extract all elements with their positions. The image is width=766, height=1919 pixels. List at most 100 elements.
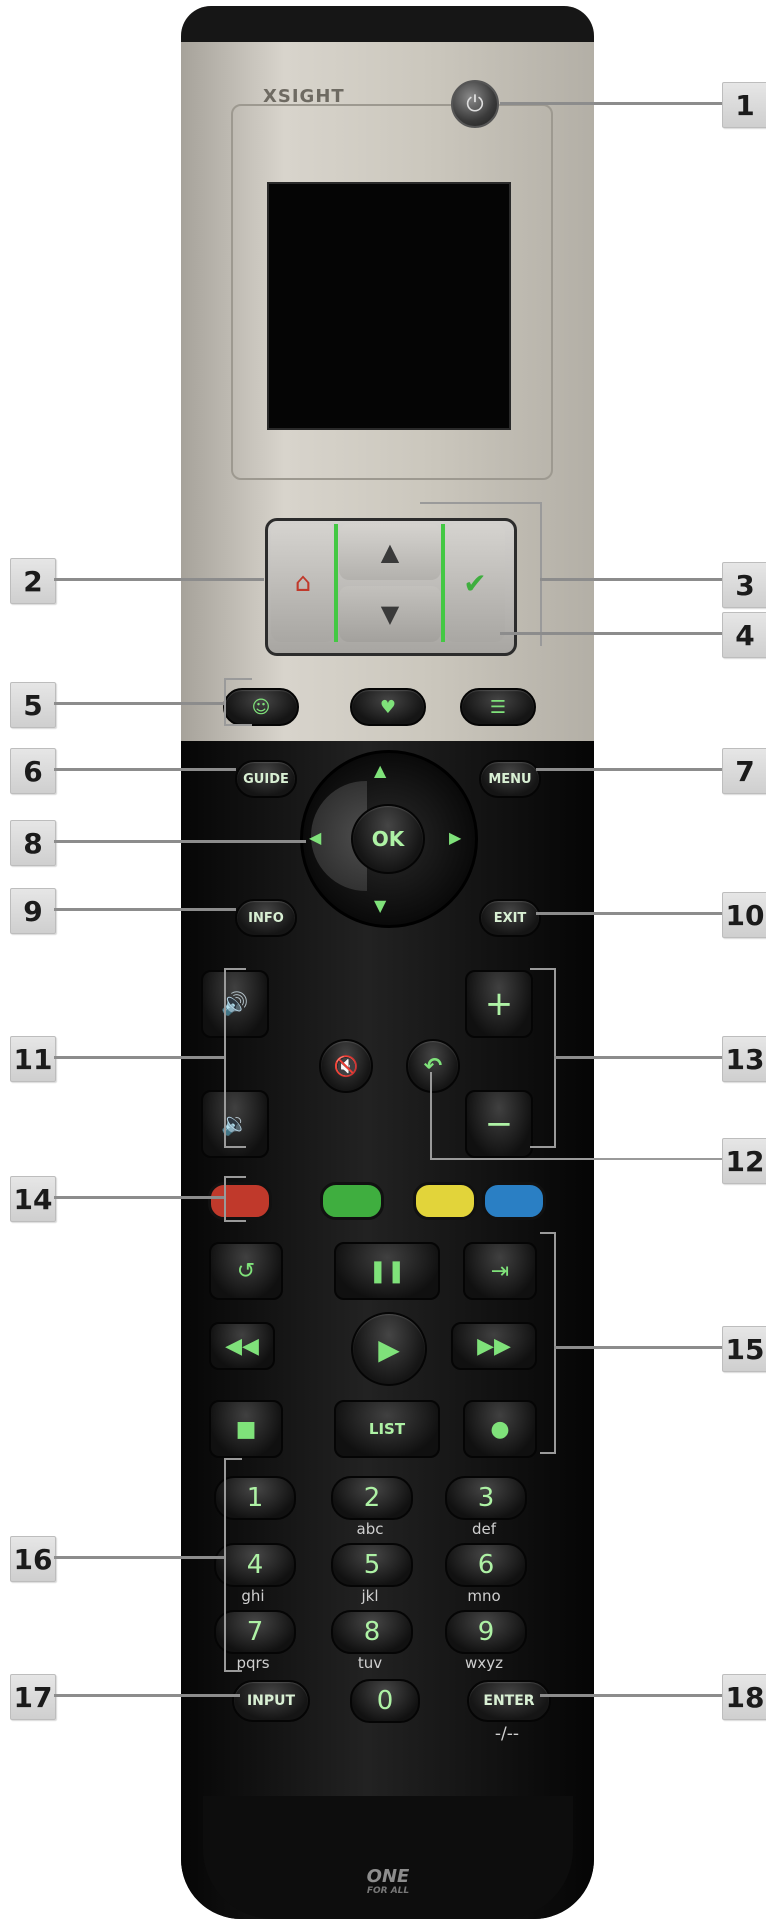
dpad-left[interactable]: ◀ <box>309 828 321 847</box>
one-for-all-sub: FOR ALL <box>366 1886 410 1896</box>
callout-2: 2 <box>10 558 56 604</box>
leader-6 <box>54 768 236 771</box>
dpad-right[interactable]: ▶ <box>449 828 461 847</box>
ok-button[interactable]: OK <box>351 804 425 874</box>
activity-icon: ☺ <box>251 696 271 718</box>
replay-icon: ↺ <box>236 1258 256 1284</box>
pause-icon: ❚❚ <box>368 1258 406 1284</box>
leader-4 <box>500 632 722 635</box>
menu-button[interactable]: MENU <box>479 760 541 798</box>
callout-13: 13 <box>722 1036 766 1082</box>
leader-14 <box>54 1196 224 1199</box>
skip-icon: ⇥ <box>490 1258 510 1284</box>
fast-forward-button[interactable]: ▶▶ <box>451 1322 537 1370</box>
callout-4: 4 <box>722 612 766 658</box>
input-button[interactable]: INPUT <box>232 1680 310 1722</box>
bracket-3 <box>420 502 542 646</box>
bracket-15 <box>540 1232 556 1454</box>
mute-icon: 🔇 <box>333 1054 359 1078</box>
info-button[interactable]: INFO <box>235 899 297 937</box>
leader-15 <box>554 1346 722 1349</box>
callout-12: 12 <box>722 1138 766 1184</box>
green-button[interactable] <box>320 1182 384 1220</box>
record-button[interactable]: ● <box>463 1400 537 1458</box>
callout-17: 17 <box>10 1674 56 1720</box>
callout-1: 1 <box>722 82 766 128</box>
leader-2 <box>54 578 264 581</box>
callout-9: 9 <box>10 888 56 934</box>
enter-button[interactable]: ENTER <box>467 1680 551 1722</box>
leader-17 <box>54 1694 240 1697</box>
key-3-letters: def <box>471 1520 497 1538</box>
key-2-letters: abc <box>356 1520 384 1538</box>
power-icon: ⏻ <box>466 91 484 117</box>
home-button[interactable]: ⌂ <box>271 524 335 642</box>
arrow-up-icon: ▲ <box>380 538 400 566</box>
arrow-left-icon: ◀ <box>309 828 322 847</box>
arrow-down-icon: ▼ <box>380 600 400 628</box>
bottom-cap <box>203 1796 573 1919</box>
mute-button[interactable]: 🔇 <box>319 1039 373 1093</box>
leader-7 <box>536 768 722 771</box>
callout-18: 18 <box>722 1674 766 1720</box>
key-3[interactable]: 3 <box>445 1476 527 1520</box>
bracket-5 <box>224 678 252 726</box>
dpad-up[interactable]: ▲ <box>374 761 386 780</box>
callout-11: 11 <box>10 1036 56 1082</box>
power-button[interactable]: ⏻ <box>451 80 499 128</box>
play-icon: ▶ <box>378 1332 400 1366</box>
list-button[interactable]: LIST <box>334 1400 440 1458</box>
fast-forward-icon: ▶▶ <box>477 1333 511 1359</box>
key-6-letters: mno <box>467 1587 501 1605</box>
replay-button[interactable]: ↺ <box>209 1242 283 1300</box>
rewind-icon: ◀◀ <box>225 1333 259 1359</box>
arrow-up-icon: ▲ <box>374 761 387 780</box>
lcd-screen[interactable] <box>267 182 511 430</box>
key-8[interactable]: 8 <box>331 1610 413 1654</box>
plus-icon: + <box>484 984 514 1024</box>
guide-button[interactable]: GUIDE <box>235 760 297 798</box>
bracket-14 <box>224 1176 246 1222</box>
leader-16 <box>54 1556 224 1559</box>
yellow-button[interactable] <box>413 1182 477 1220</box>
bracket-12 <box>430 1072 724 1160</box>
callout-8: 8 <box>10 820 56 866</box>
heart-icon: ♥ <box>379 696 397 718</box>
record-icon: ● <box>490 1416 510 1442</box>
exit-button[interactable]: EXIT <box>479 899 541 937</box>
leader-11 <box>54 1056 224 1059</box>
channel-up-button[interactable]: + <box>465 970 533 1038</box>
leader-9 <box>54 908 236 911</box>
pause-button[interactable]: ❚❚ <box>334 1242 440 1300</box>
play-button[interactable]: ▶ <box>351 1312 427 1386</box>
stop-icon: ■ <box>235 1416 257 1442</box>
favorite-button[interactable]: ♥ <box>350 688 426 726</box>
leader-3 <box>540 578 722 581</box>
key-6[interactable]: 6 <box>445 1543 527 1587</box>
rewind-button[interactable]: ◀◀ <box>209 1322 275 1370</box>
one-for-all-logo: ONE <box>366 1866 410 1887</box>
callout-5: 5 <box>10 682 56 728</box>
stop-button[interactable]: ■ <box>209 1400 283 1458</box>
key-9-letters: wxyz <box>465 1654 503 1672</box>
arrow-right-icon: ▶ <box>449 828 462 847</box>
callout-14: 14 <box>10 1176 56 1222</box>
bracket-13 <box>530 968 556 1148</box>
list-icon-button[interactable]: ☰ <box>460 688 536 726</box>
leader-1 <box>500 102 722 105</box>
bracket-16 <box>224 1458 242 1672</box>
callout-15: 15 <box>722 1326 766 1372</box>
skip-button[interactable]: ⇥ <box>463 1242 537 1300</box>
bracket-11 <box>224 968 246 1148</box>
key-0[interactable]: 0 <box>350 1679 420 1723</box>
callout-16: 16 <box>10 1536 56 1582</box>
blue-button[interactable] <box>482 1182 546 1220</box>
leader-5 <box>54 702 224 705</box>
dpad-down[interactable]: ▼ <box>374 896 386 915</box>
key-9[interactable]: 9 <box>445 1610 527 1654</box>
key-5-letters: jkl <box>361 1587 379 1605</box>
key-5[interactable]: 5 <box>331 1543 413 1587</box>
leader-18 <box>540 1694 722 1697</box>
remote-control: XSIGHT ⏻ ⌂ ▲ ▼ ✔ ☺ ♥ ☰ GUIDE MENU ▲ ▼ ◀ … <box>181 6 594 1919</box>
key-2[interactable]: 2 <box>331 1476 413 1520</box>
